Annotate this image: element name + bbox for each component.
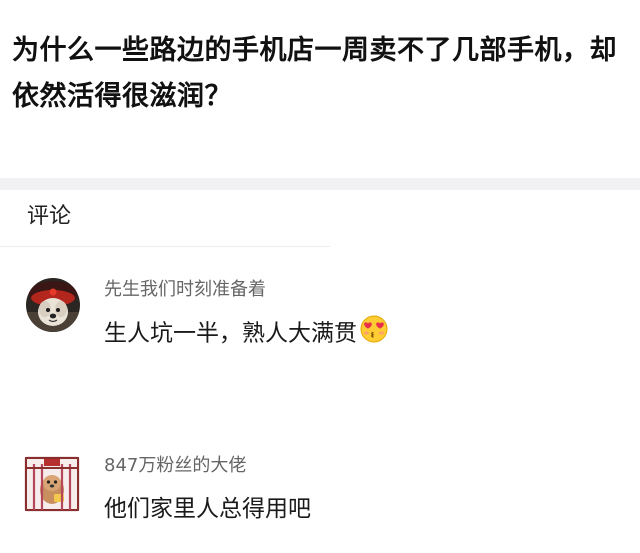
comment-item[interactable]: 847万粉丝的大佬 他们家里人总得用吧: [0, 448, 640, 548]
avatar[interactable]: [24, 456, 80, 512]
comment-text: 生人坑一半，熟人大满贯: [104, 314, 389, 354]
section-divider: [0, 178, 640, 190]
avatar[interactable]: [26, 278, 80, 332]
comment-username[interactable]: 847万粉丝的大佬: [104, 452, 246, 480]
dog-in-cage-avatar-icon: [24, 456, 80, 512]
comment-item[interactable]: 先生我们时刻准备着 生人坑一半，熟人大满贯: [0, 270, 640, 390]
comment-text-content: 生人坑一半，熟人大满贯: [104, 320, 357, 347]
comments-header: 评论: [0, 190, 640, 246]
comment-text: 他们家里人总得用吧: [104, 496, 311, 522]
question-card[interactable]: 为什么一些路边的手机店一周卖不了几部手机，却依然活得很滋润？: [0, 0, 640, 178]
heart-eyes-face-icon: [359, 314, 389, 354]
comments-label: 评论: [27, 204, 72, 229]
dog-in-red-hat-avatar-icon: [26, 278, 80, 332]
comment-username[interactable]: 先生我们时刻准备着: [104, 276, 266, 304]
question-title[interactable]: 为什么一些路边的手机店一周卖不了几部手机，却依然活得很滋润？: [12, 28, 624, 120]
header-divider-line: [0, 246, 330, 247]
